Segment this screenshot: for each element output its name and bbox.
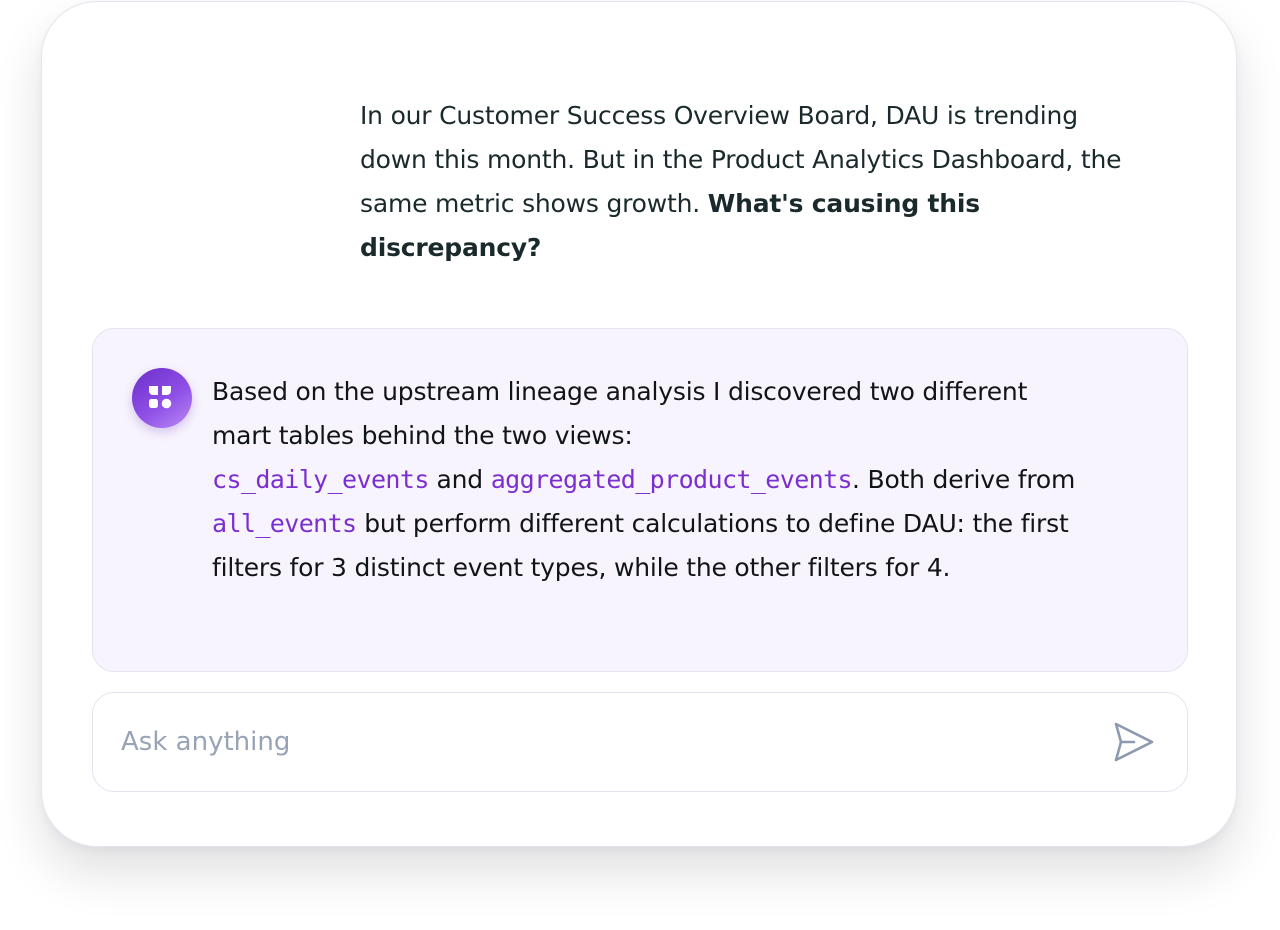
composer [92,692,1188,792]
assistant-text-intro: Based on the upstream lineage analysis I… [212,377,1028,450]
assistant-avatar [132,368,192,428]
assistant-text-both: . Both derive from [852,465,1076,494]
assistant-text-and: and [436,465,484,494]
send-icon [1114,722,1154,762]
ask-input[interactable] [121,719,1081,765]
table-name-aggregated-product-events: aggregated_product_events [490,465,853,494]
table-name-all-events: all_events [212,509,357,538]
user-message: In our Customer Success Overview Board, … [360,94,1150,270]
table-name-cs-daily-events: cs_daily_events [212,465,429,494]
shapes-logo-icon [149,386,172,409]
assistant-message: Based on the upstream lineage analysis I… [212,370,1092,590]
send-button[interactable] [1108,718,1160,766]
